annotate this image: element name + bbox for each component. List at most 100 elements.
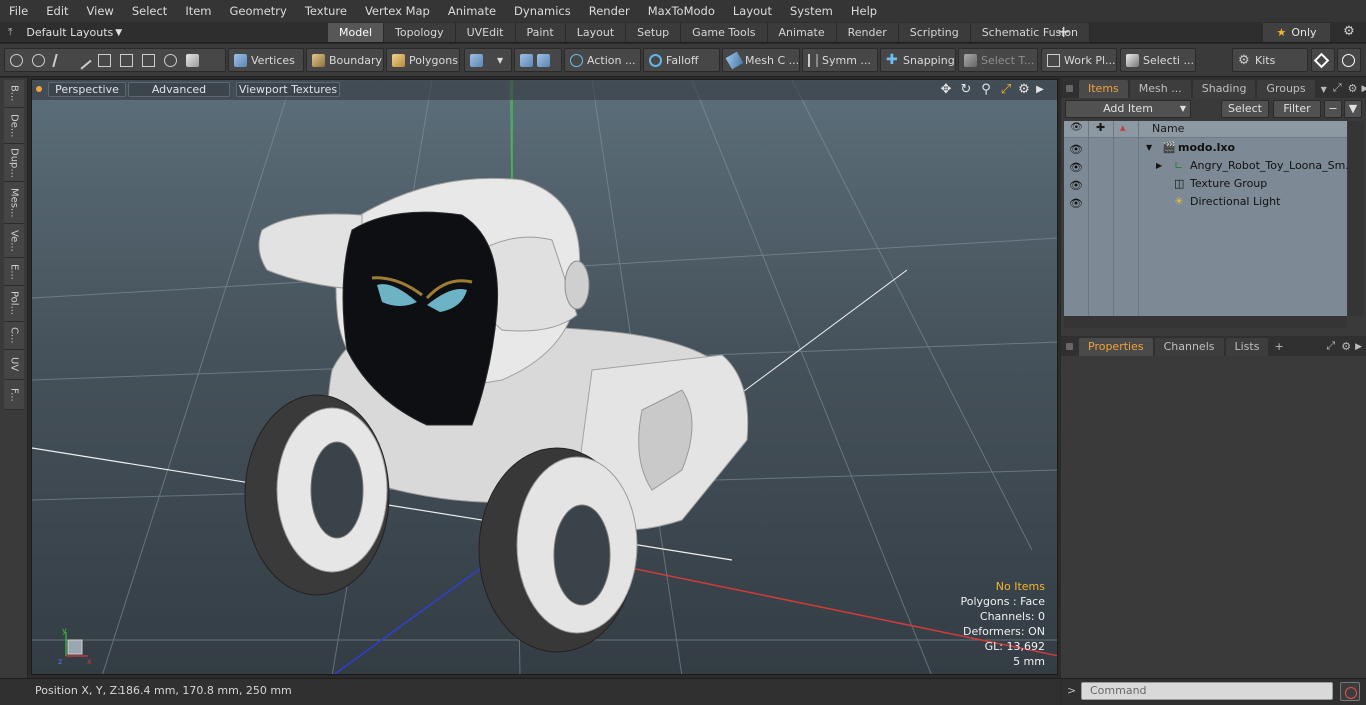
rotate-view-icon[interactable]: ↻ bbox=[958, 82, 974, 98]
align-icon[interactable] bbox=[98, 53, 111, 67]
boundary-button[interactable]: Boundary bbox=[306, 48, 384, 72]
kits-button[interactable]: ⚙ Kits bbox=[1232, 48, 1308, 72]
panel-gear-icon[interactable]: ⚙ bbox=[1341, 340, 1351, 353]
snap-component-icon[interactable] bbox=[537, 53, 550, 67]
crosshair-icon[interactable] bbox=[120, 53, 133, 67]
tab-layout[interactable]: Layout bbox=[565, 23, 627, 42]
tab-setup[interactable]: Setup bbox=[626, 23, 682, 42]
item-mode-icon[interactable] bbox=[186, 53, 199, 67]
tab-animate[interactable]: Animate bbox=[767, 23, 837, 42]
menu-dynamics[interactable]: Dynamics bbox=[505, 0, 580, 22]
eye-icon[interactable]: 👁 bbox=[1069, 195, 1083, 210]
menu-geometry[interactable]: Geometry bbox=[221, 0, 296, 22]
collapse-icon[interactable]: − bbox=[1324, 100, 1342, 118]
left-tab-mesh-edit[interactable]: Mes... bbox=[4, 182, 24, 224]
tab-paint[interactable]: Paint bbox=[515, 23, 566, 42]
left-tab-duplicate[interactable]: Dup... bbox=[4, 144, 24, 182]
panel-menu-icon[interactable] bbox=[1066, 343, 1073, 350]
tab-properties[interactable]: Properties bbox=[1079, 338, 1153, 356]
unity-button[interactable] bbox=[1311, 48, 1335, 72]
zoom-view-icon[interactable]: ⚲ bbox=[978, 82, 994, 98]
vertices-button[interactable]: Vertices bbox=[228, 48, 304, 72]
mesh-constraint-button[interactable]: Mesh C ... bbox=[722, 48, 800, 72]
snapping-button[interactable]: ✚ Snapping bbox=[880, 48, 956, 72]
menu-edit[interactable]: Edit bbox=[37, 0, 77, 22]
eye-icon[interactable]: 👁 bbox=[1069, 141, 1083, 156]
tree-row-directional-light[interactable]: 👁 ☀ Directional Light bbox=[1064, 193, 1347, 211]
polygons-button[interactable]: Polygons bbox=[386, 48, 460, 72]
tab-game-tools[interactable]: Game Tools bbox=[681, 23, 768, 42]
panel-gear-icon[interactable]: ⚙ bbox=[1348, 82, 1358, 95]
menu-select[interactable]: Select bbox=[123, 0, 176, 22]
panel-arrow-icon[interactable]: ▶ bbox=[1355, 342, 1362, 352]
move-view-icon[interactable]: ✥ bbox=[938, 82, 954, 98]
left-tab-uv[interactable]: UV bbox=[4, 350, 24, 380]
chevron-down-icon[interactable]: ▼ bbox=[1321, 85, 1327, 94]
menu-animate[interactable]: Animate bbox=[439, 0, 505, 22]
tab-schematic-fusion[interactable]: Schematic Fusion bbox=[970, 23, 1091, 42]
falloff-button[interactable]: Falloff bbox=[643, 48, 720, 72]
globe-icon[interactable] bbox=[32, 53, 45, 67]
menu-view[interactable]: View bbox=[78, 0, 123, 22]
tab-topology[interactable]: Topology bbox=[384, 23, 456, 42]
tab-shading[interactable]: Shading bbox=[1192, 80, 1256, 98]
left-tab-deform[interactable]: De... bbox=[4, 108, 24, 144]
tab-model[interactable]: Model bbox=[328, 23, 385, 42]
clock-icon[interactable] bbox=[164, 53, 177, 67]
add-tab-plus-icon[interactable]: + bbox=[1057, 23, 1071, 42]
name-column-header[interactable]: Name bbox=[1152, 122, 1184, 135]
pen-icon[interactable] bbox=[52, 53, 69, 67]
only-toggle-button[interactable]: ★ Only bbox=[1263, 23, 1330, 42]
menu-maxtomodo[interactable]: MaxToModo bbox=[639, 0, 724, 22]
perspective-button[interactable]: Perspective bbox=[48, 82, 126, 97]
items-vertical-scrollbar[interactable] bbox=[1348, 121, 1364, 316]
fit-view-icon[interactable]: ⤢ bbox=[998, 82, 1014, 98]
left-tab-edge[interactable]: E... bbox=[4, 258, 24, 286]
menu-help[interactable]: Help bbox=[842, 0, 886, 22]
left-tab-basic[interactable]: B... bbox=[4, 80, 24, 108]
tree-row-texture-group[interactable]: 👁 ◫ Texture Group bbox=[1064, 175, 1347, 193]
select-button[interactable]: Select bbox=[1221, 100, 1269, 118]
left-tab-curve[interactable]: C... bbox=[4, 322, 24, 350]
tab-channels[interactable]: Channels bbox=[1154, 338, 1224, 356]
tab-groups[interactable]: Groups bbox=[1257, 80, 1315, 98]
tab-mesh[interactable]: Mesh ... bbox=[1129, 80, 1191, 98]
circle-select-icon[interactable] bbox=[10, 53, 23, 67]
items-horizontal-scrollbar[interactable] bbox=[1064, 316, 1347, 328]
viewport-expand-icon[interactable]: ▶ bbox=[1032, 82, 1048, 98]
material-mode-button[interactable]: ▼ bbox=[464, 48, 512, 72]
eye-icon[interactable]: 👁 bbox=[1069, 177, 1083, 192]
filter-button[interactable]: Filter bbox=[1273, 100, 1321, 118]
component-icon[interactable] bbox=[520, 53, 533, 67]
tree-row-mesh[interactable]: 👁 ▶ ∟ Angry_Robot_Toy_Loona_Sm... bbox=[1064, 157, 1356, 175]
3d-viewport[interactable]: Perspective Advanced Viewport Textures ✥… bbox=[31, 79, 1058, 675]
tree-row-scene[interactable]: 👁 ▼ 🎬 modo.lxo bbox=[1064, 139, 1347, 157]
tab-render[interactable]: Render bbox=[836, 23, 899, 42]
command-input[interactable]: Command bbox=[1081, 682, 1333, 700]
panel-arrow-icon[interactable]: ▶ bbox=[1362, 84, 1366, 94]
viewport-options-dot-icon[interactable] bbox=[36, 86, 42, 92]
brush-icon[interactable] bbox=[73, 50, 92, 70]
panel-menu-icon[interactable] bbox=[1066, 85, 1073, 92]
viewport-textures-button[interactable]: Viewport Textures bbox=[236, 82, 340, 97]
expand-panel-icon[interactable]: ⤢ bbox=[1333, 81, 1342, 95]
expand-arrow-icon[interactable]: ▼ bbox=[1146, 139, 1152, 157]
menu-render[interactable]: Render bbox=[580, 0, 639, 22]
selection-sets-button[interactable]: Selecti ... bbox=[1120, 48, 1196, 72]
menu-vertex-map[interactable]: Vertex Map bbox=[356, 0, 439, 22]
add-item-dropdown[interactable]: Add Item ▼ bbox=[1065, 100, 1191, 118]
symmetry-button[interactable]: Symm ... bbox=[802, 48, 878, 72]
left-tab-polygon[interactable]: Pol... bbox=[4, 286, 24, 322]
left-tab-fusion[interactable]: F... bbox=[4, 380, 24, 410]
menu-texture[interactable]: Texture bbox=[296, 0, 356, 22]
expand-panel-icon[interactable]: ⤢ bbox=[1326, 339, 1335, 353]
add-tab-plus-icon[interactable]: + bbox=[1274, 340, 1283, 353]
tab-scripting[interactable]: Scripting bbox=[898, 23, 971, 42]
tab-items[interactable]: Items bbox=[1079, 80, 1128, 98]
gear-icon[interactable]: ⚙ bbox=[1340, 24, 1358, 42]
funnel-filter-icon[interactable]: ▼ bbox=[1344, 100, 1362, 118]
element-icon[interactable] bbox=[142, 53, 155, 67]
menu-file[interactable]: File bbox=[0, 0, 37, 22]
menu-item[interactable]: Item bbox=[176, 0, 220, 22]
action-center-button[interactable]: Action ... bbox=[564, 48, 641, 72]
